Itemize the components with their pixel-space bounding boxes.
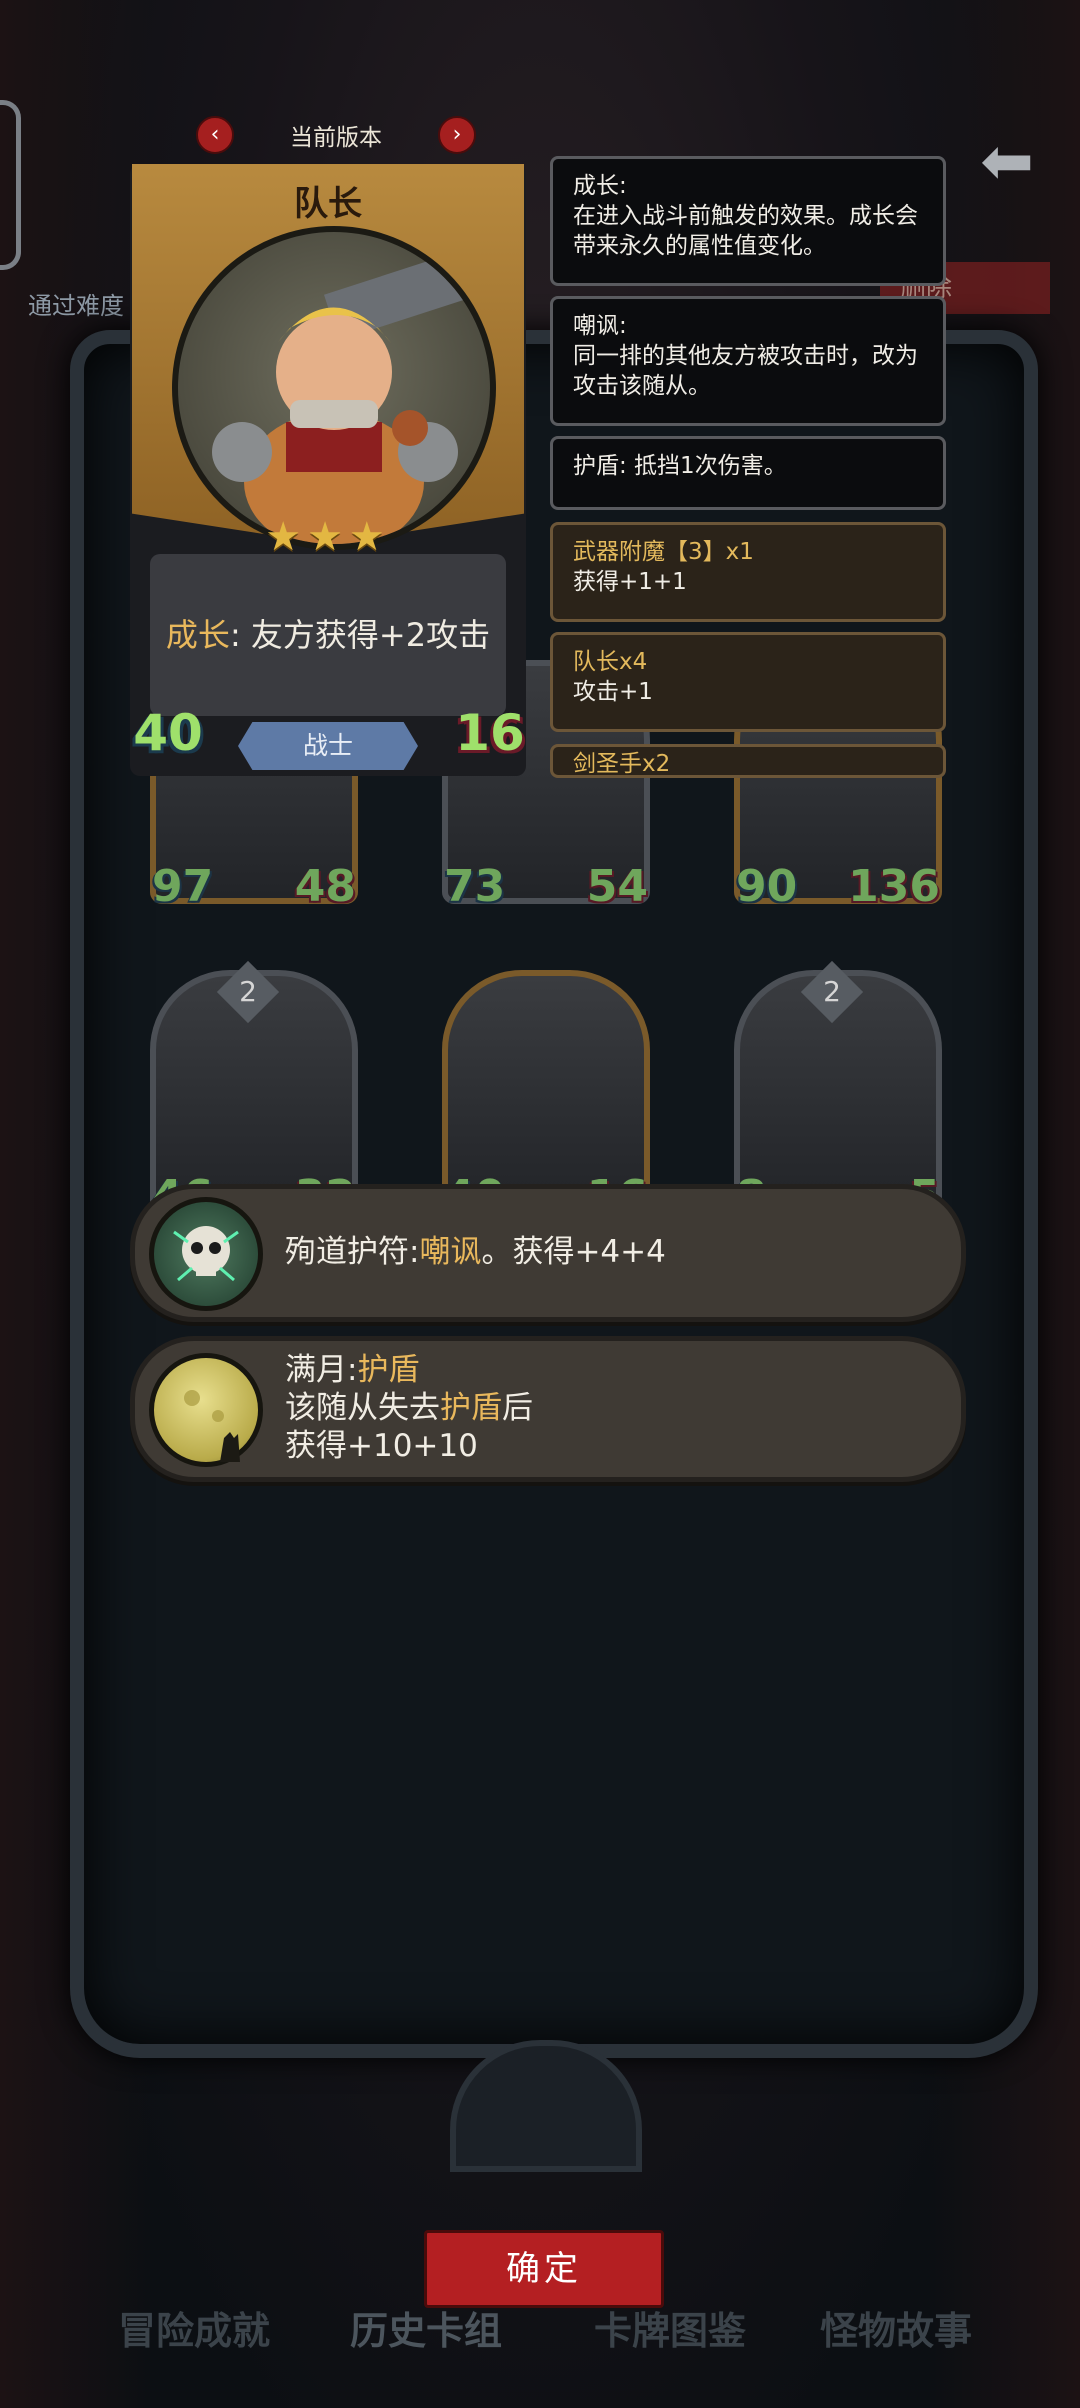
back-arrow-icon[interactable]: ⬅: [972, 130, 1042, 194]
deck-card[interactable]: 2 8 5: [734, 960, 942, 1222]
card-class-ribbon: 战士: [238, 722, 418, 770]
tab-monster-stories[interactable]: 怪物故事: [820, 2300, 972, 2355]
left-edge-tab[interactable]: [0, 100, 21, 270]
captain-portrait: [172, 226, 496, 550]
card-health: 48: [294, 861, 356, 912]
deck-card[interactable]: 2 46 32: [150, 960, 358, 1222]
card-attack-value: 40: [133, 704, 203, 762]
buff-panel-captain: 队长x4 攻击+1: [550, 632, 946, 732]
keyword-panel-growth: 成长: 在进入战斗前触发的效果。成长会带来永久的属性值变化。: [550, 156, 946, 286]
card-ability-text: 成长: 友方获得+2攻击: [165, 616, 491, 654]
tab-history-decks[interactable]: 历史卡组: [350, 2300, 502, 2355]
card-health: 136: [848, 861, 940, 912]
charm-text: 殉道护符:嘲讽。获得+4+4: [285, 1234, 666, 1270]
card-name: 队长: [294, 184, 362, 224]
keyword-panel-taunt: 嘲讽: 同一排的其他友方被攻击时，改为攻击该随从。: [550, 296, 946, 426]
buff-panel-swordmaster: 剑圣手x2: [550, 744, 946, 778]
tab-adventure-achievements[interactable]: 冒险成就: [118, 2300, 270, 2355]
card-attack: 97: [152, 861, 214, 912]
charm-text: 满月:护盾 该随从失去护盾后 获得+10+10: [285, 1352, 533, 1464]
card-level-badge: 2: [800, 960, 864, 1024]
card-attack: 73: [444, 861, 506, 912]
card-health: 54: [586, 861, 648, 912]
card-health-value: 16: [455, 704, 525, 762]
version-nav: ‹ 当前版本 ›: [196, 112, 476, 156]
deck-card-selected[interactable]: 40 16: [442, 970, 650, 1222]
unit-card: 队长 ★★★ 成长: 友方获得+2攻击 战士 40 16: [130, 164, 526, 776]
tab-card-collection[interactable]: 卡牌图鉴: [594, 2300, 746, 2355]
charm-full-moon[interactable]: 满月:护盾 该随从失去护盾后 获得+10+10: [130, 1336, 966, 1482]
captain-illustration: [212, 251, 472, 544]
full-moon-icon: [149, 1353, 263, 1467]
card-ability-box: 成长: 友方获得+2攻击: [150, 554, 506, 716]
confirm-button[interactable]: 确定: [424, 2230, 664, 2308]
version-label: 当前版本: [290, 125, 382, 151]
difficulty-text: 通过难度: [28, 292, 124, 320]
card-attack: 90: [736, 861, 798, 912]
chevron-right-icon[interactable]: ›: [438, 116, 476, 154]
charm-martyr-amulet[interactable]: 殉道护符:嘲讽。获得+4+4: [130, 1184, 966, 1322]
skull-icon: [149, 1197, 263, 1311]
buff-panel-weapon-enchant: 武器附魔【3】x1 获得+1+1: [550, 522, 946, 622]
keyword-panel-shield: 护盾: 抵挡1次伤害。: [550, 436, 946, 510]
card-level-badge: 2: [216, 960, 280, 1024]
